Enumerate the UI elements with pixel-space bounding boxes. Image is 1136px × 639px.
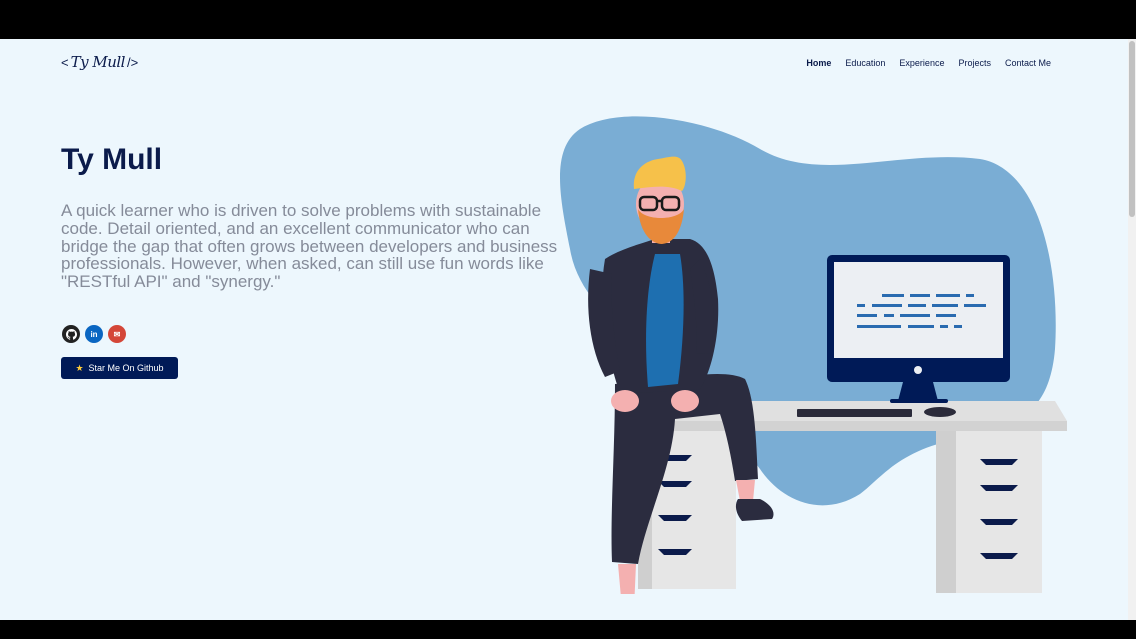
star-on-github-button[interactable]: ★ Star Me On Github bbox=[61, 357, 178, 379]
nav-projects[interactable]: Projects bbox=[951, 58, 998, 68]
nav-contact-me[interactable]: Contact Me bbox=[998, 58, 1058, 68]
star-icon: ★ bbox=[75, 362, 84, 373]
desk-edge bbox=[638, 421, 1067, 431]
scrollbar[interactable] bbox=[1128, 39, 1136, 620]
page: < Ty Mull /> Home Education Experience P… bbox=[0, 39, 1128, 620]
main-nav: Home Education Experience Projects Conta… bbox=[799, 58, 1058, 68]
hero-bio: A quick learner who is driven to solve p… bbox=[61, 201, 558, 292]
nav-experience[interactable]: Experience bbox=[892, 58, 951, 68]
keyboard bbox=[797, 409, 912, 417]
logo-close: /> bbox=[126, 54, 139, 70]
nav-education[interactable]: Education bbox=[838, 58, 892, 68]
person-shirt bbox=[646, 254, 684, 387]
developer-illustration bbox=[560, 116, 1067, 594]
logo-signature: Ty Mull bbox=[70, 53, 126, 71]
mouse bbox=[924, 407, 956, 417]
nav-home[interactable]: Home bbox=[799, 58, 838, 68]
scrollbar-thumb[interactable] bbox=[1129, 41, 1135, 217]
right-shoe bbox=[735, 499, 774, 521]
logo-open: < bbox=[61, 54, 69, 70]
logo[interactable]: < Ty Mull /> bbox=[61, 53, 138, 71]
linkedin-icon[interactable]: in bbox=[85, 325, 103, 343]
social-links: in ✉ bbox=[62, 325, 126, 343]
star-button-label: Star Me On Github bbox=[88, 363, 164, 373]
github-icon[interactable] bbox=[62, 325, 80, 343]
gmail-icon[interactable]: ✉ bbox=[108, 325, 126, 343]
hero-name: Ty Mull bbox=[61, 143, 163, 176]
